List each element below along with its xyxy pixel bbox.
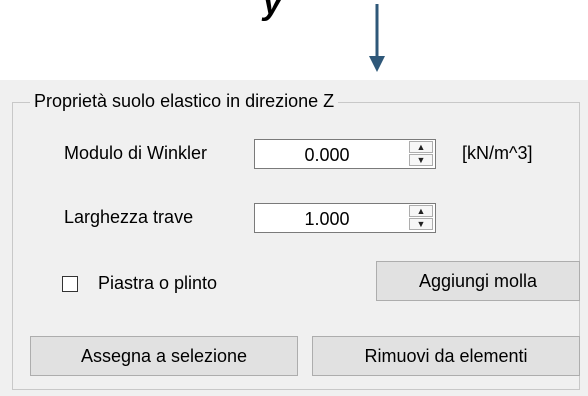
screen: y Proprietà suolo elastico in direzione … <box>0 0 588 396</box>
spin-down-button[interactable]: ▼ <box>409 218 433 230</box>
plate-checkbox-label: Piastra o plinto <box>98 273 218 293</box>
spin-down-button[interactable]: ▼ <box>409 154 433 166</box>
down-arrow-icon <box>369 4 385 72</box>
dialog-panel: Proprietà suolo elastico in direzione Z … <box>0 80 588 396</box>
beam-width-spin-buttons: ▲ ▼ <box>409 205 433 231</box>
add-spring-button[interactable]: Aggiungi molla <box>376 261 580 301</box>
winkler-spinbox[interactable]: 0.000 ▲ ▼ <box>254 139 436 169</box>
remove-from-elements-button[interactable]: Rimuovi da elementi <box>312 336 580 376</box>
plate-checkbox[interactable] <box>62 276 78 292</box>
beam-width-label: Larghezza trave <box>64 207 194 227</box>
group-title: Proprietà suolo elastico in direzione Z <box>30 91 339 112</box>
winkler-unit: [kN/m^3] <box>462 143 533 163</box>
assign-selection-button[interactable]: Assegna a selezione <box>30 336 298 376</box>
axis-label: y <box>263 0 282 22</box>
beam-width-spinbox[interactable]: 1.000 ▲ ▼ <box>254 203 436 233</box>
spin-up-button[interactable]: ▲ <box>409 141 433 153</box>
winkler-value[interactable]: 0.000 <box>255 140 399 168</box>
winkler-spin-buttons: ▲ ▼ <box>409 141 433 167</box>
spin-up-button[interactable]: ▲ <box>409 205 433 217</box>
winkler-label: Modulo di Winkler <box>64 143 208 163</box>
beam-width-value[interactable]: 1.000 <box>255 204 399 232</box>
